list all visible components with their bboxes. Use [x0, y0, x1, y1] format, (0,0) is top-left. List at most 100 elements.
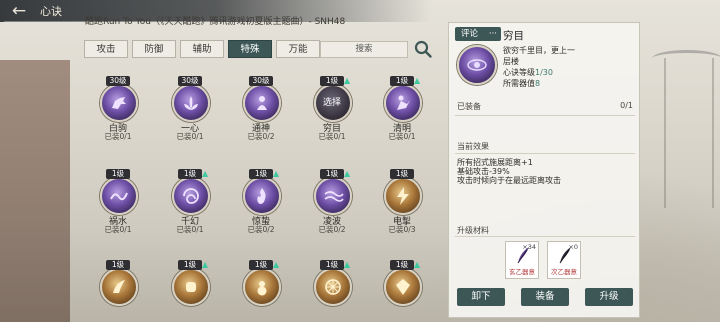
level-badge: 1级 — [390, 260, 414, 270]
horse-icon — [112, 97, 126, 109]
material-slot[interactable]: ×34 玄乙器意 — [505, 241, 539, 279]
equipped-count: 已装0/1 — [104, 132, 132, 141]
spirit-icon — [257, 96, 267, 110]
upgrade-button[interactable]: 升级 — [585, 288, 633, 306]
material-name: 玄乙器意 — [509, 268, 535, 276]
level-badge: 1级 — [249, 260, 273, 270]
wave-icon — [110, 192, 128, 201]
upgrade-arrow-icon: ▲ — [344, 76, 351, 85]
skill-item[interactable]: 1级 ▲ — [372, 256, 434, 336]
swirl-icon — [183, 188, 199, 204]
eye-icon — [467, 59, 487, 71]
gem-icon — [396, 279, 410, 295]
skill-item[interactable]: 30级 一心 已装0/1 — [160, 72, 222, 152]
skill-item[interactable]: 1级 ▲ 清明 已装0/1 — [372, 72, 434, 152]
skill-orb — [314, 268, 352, 306]
effect-label: 当前效果 — [457, 142, 489, 151]
skill-item[interactable]: 1级 祸水 已装0/1 — [88, 165, 150, 245]
level-badge: 1级 — [249, 169, 273, 179]
equip-button[interactable]: 装备 — [521, 288, 569, 306]
level-badge: 1级 — [390, 76, 414, 86]
skill-item[interactable]: 1级 ▲ 惊蛰 已装0/2 — [231, 165, 293, 245]
skill-orb — [314, 177, 352, 215]
pavilion-left — [0, 60, 70, 322]
fist-icon — [186, 282, 196, 292]
skill-detail-panel: 评论 ··· 穷目 欲穷千里目，更上一 层楼 心诀等级1/30 所需器值8 已装… — [448, 22, 640, 318]
tab-0[interactable]: 攻击 — [84, 40, 128, 58]
skill-orb — [172, 84, 210, 122]
effect-line: 攻击时倾向于在最远距离攻击 — [457, 176, 561, 185]
more-icon[interactable]: ··· — [489, 27, 497, 41]
skill-name: 穷目 — [503, 30, 524, 42]
equipped-count: 已装0/1 — [176, 225, 204, 234]
tab-4[interactable]: 万能 — [276, 40, 320, 58]
skill-item[interactable]: 1级 ▲ — [302, 256, 364, 336]
level-badge: 1级 — [106, 169, 130, 179]
skill-orb — [100, 268, 138, 306]
level-badge: 30级 — [178, 76, 202, 86]
equipped-count: 已装0/1 — [176, 132, 204, 141]
tab-2[interactable]: 辅助 — [180, 40, 224, 58]
review-button[interactable]: 评论 ··· — [455, 27, 501, 41]
selected-skill-icon — [457, 45, 497, 85]
skill-item[interactable]: 1级 ▲ — [231, 256, 293, 336]
skill-orb — [100, 84, 138, 122]
level-badge: 1级 — [106, 260, 130, 270]
upgrade-arrow-icon: ▲ — [202, 169, 209, 178]
upgrade-arrow-icon: ▲ — [273, 169, 280, 178]
upgrade-arrow-icon: ▲ — [414, 76, 421, 85]
skill-item[interactable]: 1级 ▲ 凌波 已装0/2 — [302, 165, 364, 245]
figure-icon — [397, 95, 410, 110]
equipped-value: 0/1 — [620, 101, 633, 110]
search-input[interactable]: 搜索 — [320, 41, 408, 58]
skill-orb — [172, 177, 210, 215]
skill-desc-2: 层楼 — [503, 57, 519, 66]
upgrade-arrow-icon: ▲ — [344, 169, 351, 178]
tab-3[interactable]: 特殊 — [228, 40, 272, 58]
skill-item[interactable]: 30级 白驹 已装0/1 — [88, 72, 150, 152]
search-icon[interactable] — [413, 39, 433, 59]
equipped-count: 已装0/1 — [318, 132, 346, 141]
tab-1[interactable]: 防御 — [132, 40, 176, 58]
divider — [455, 115, 635, 116]
skill-item[interactable]: 1级 — [88, 256, 150, 336]
skill-orb — [384, 177, 422, 215]
level-badge: 1级 — [320, 169, 344, 179]
material-slot[interactable]: ×0 次乙器意 — [547, 241, 581, 279]
page-title: 心诀 — [40, 5, 62, 18]
equipped-count: 已装0/3 — [388, 225, 416, 234]
upgrade-arrow-icon: ▲ — [273, 260, 280, 269]
equipped-count: 已装0/2 — [318, 225, 346, 234]
skill-item[interactable]: 1级 ▲ — [160, 256, 222, 336]
claw-icon — [113, 280, 125, 293]
skill-item[interactable]: 选择 1级 ▲ 穷目 已装0/1 — [302, 72, 364, 152]
level-badge: 30级 — [106, 76, 130, 86]
skill-need: 所需器值8 — [503, 78, 540, 89]
level-badge: 1级 — [320, 260, 344, 270]
skill-need-value: 8 — [535, 79, 541, 88]
skill-level: 心诀等级1/30 — [503, 67, 553, 78]
wheel-icon — [325, 279, 341, 295]
selected-label: 选择 — [322, 98, 341, 108]
divider — [455, 153, 635, 154]
equipped-count: 已装0/1 — [388, 132, 416, 141]
material-qty: ×0 — [568, 243, 578, 251]
upgrade-arrow-icon: ▲ — [344, 260, 351, 269]
unequip-button[interactable]: 卸下 — [457, 288, 505, 306]
bolt-icon — [397, 187, 409, 205]
back-arrow-icon[interactable]: ← — [6, 2, 32, 20]
pavilion-right — [652, 50, 720, 208]
skill-orb — [243, 84, 281, 122]
review-label: 评论 — [461, 29, 479, 39]
flame-icon — [257, 188, 266, 204]
skill-item[interactable]: 1级 ▲ 千幻 已装0/1 — [160, 165, 222, 245]
skill-orb — [384, 84, 422, 122]
skill-item[interactable]: 30级 通神 已装0/2 — [231, 72, 293, 152]
level-badge: 1级 — [178, 260, 202, 270]
equipped-count: 已装0/2 — [247, 132, 275, 141]
skill-item[interactable]: 1级 电掣 已装0/3 — [372, 165, 434, 245]
upgrade-arrow-icon: ▲ — [202, 260, 209, 269]
skill-grid: 30级 白驹 已装0/1 30级 一心 已装0/1 30级 通神 已装0/2 选择 1级 ▲ 穷目 已装0… — [88, 72, 428, 322]
upgrade-arrow-icon: ▲ — [414, 260, 421, 269]
skill-orb — [243, 177, 281, 215]
